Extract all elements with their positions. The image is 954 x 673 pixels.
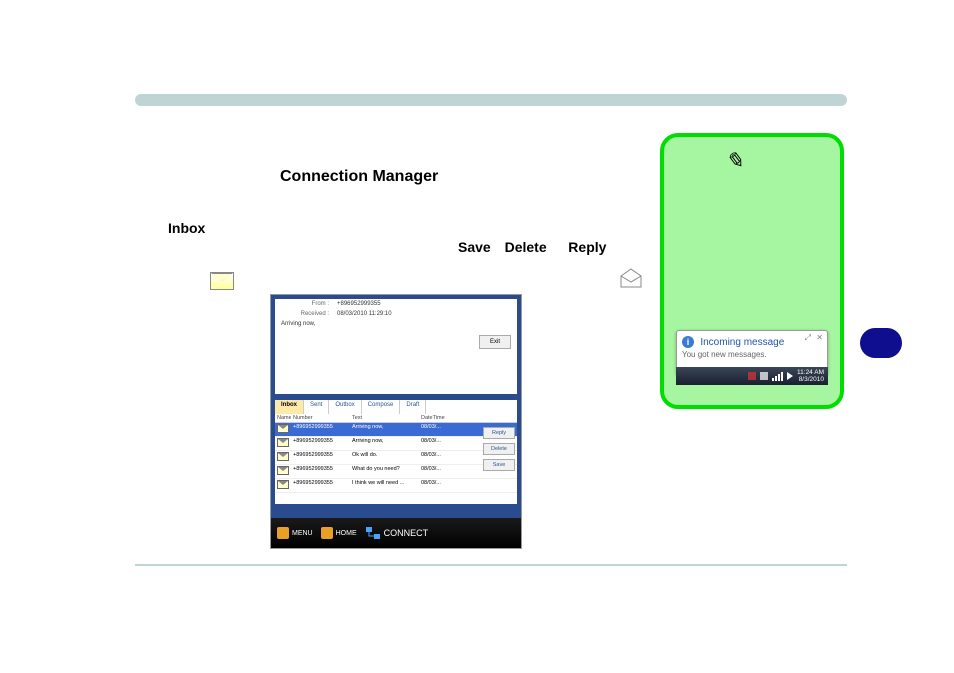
home-button[interactable]: HOME bbox=[321, 527, 357, 539]
envelope-icon bbox=[277, 438, 289, 447]
pen-icon: ✎ bbox=[725, 148, 743, 174]
from-label: From : bbox=[275, 299, 333, 309]
action-labels: Save Delete Reply bbox=[458, 239, 616, 255]
delete-label: Delete bbox=[505, 239, 547, 255]
tab-outbox[interactable]: Outbox bbox=[329, 400, 361, 414]
table-row[interactable]: +896952999355 Arriving now, 08/03/... bbox=[275, 423, 517, 437]
signal-icon bbox=[772, 372, 783, 381]
exit-button[interactable]: Exit bbox=[479, 335, 511, 349]
envelope-open-icon bbox=[620, 272, 642, 288]
tab-sent[interactable]: Sent bbox=[304, 400, 329, 414]
reply-button[interactable]: Reply bbox=[483, 427, 515, 439]
volume-icon[interactable] bbox=[787, 372, 793, 380]
connect-button[interactable]: CONNECT bbox=[365, 526, 429, 540]
pin-icon[interactable]: ⤢ bbox=[805, 333, 811, 343]
table-header: Name Number Text DateTime bbox=[275, 414, 517, 423]
from-value: +896952999355 bbox=[333, 299, 385, 309]
table-row[interactable]: +896952999355 Ok will do. 08/03/... bbox=[275, 451, 517, 465]
col-datetime: DateTime bbox=[419, 414, 453, 422]
table-row[interactable]: +896952999355 I think we will need ... 0… bbox=[275, 479, 517, 493]
info-icon: i bbox=[682, 336, 694, 348]
col-text: Text bbox=[350, 414, 419, 422]
tab-inbox[interactable]: Inbox bbox=[275, 400, 304, 414]
tab-compose[interactable]: Compose bbox=[362, 400, 401, 414]
reply-label: Reply bbox=[568, 239, 606, 255]
network-icon bbox=[365, 526, 381, 540]
envelope-closed-icon bbox=[210, 272, 234, 290]
col-number: Number bbox=[291, 414, 350, 422]
message-table: Name Number Text DateTime +896952999355 … bbox=[275, 414, 517, 504]
received-label: Received : bbox=[275, 309, 333, 319]
save-label: Save bbox=[458, 239, 491, 255]
envelope-icon bbox=[277, 424, 289, 433]
home-icon bbox=[321, 527, 333, 539]
system-tray-screenshot: i Incoming message ⤢ ✕ You got new messa… bbox=[676, 330, 828, 385]
folder-tabs: Inbox Sent Outbox Compose Draft bbox=[275, 400, 517, 414]
bottom-toolbar: MENU HOME CONNECT bbox=[271, 518, 521, 548]
popup-title: Incoming message bbox=[700, 337, 784, 348]
message-preview-panel: From : +896952999355 Received : 08/03/20… bbox=[275, 299, 517, 394]
tab-draft[interactable]: Draft bbox=[400, 400, 426, 414]
clock: 11:24 AM 8/3/2010 bbox=[797, 369, 824, 383]
message-body: Arriving now, bbox=[275, 319, 517, 329]
taskbar: 11:24 AM 8/3/2010 bbox=[676, 367, 828, 385]
delete-button[interactable]: Delete bbox=[483, 443, 515, 455]
envelope-icon bbox=[277, 452, 289, 461]
popup-text: You got new messages. bbox=[682, 350, 822, 359]
inbox-label: Inbox bbox=[168, 220, 205, 236]
received-value: 08/03/2010 11:29:10 bbox=[333, 309, 396, 319]
table-row[interactable]: +896952999355 What do you need? 08/03/..… bbox=[275, 465, 517, 479]
menu-icon bbox=[277, 527, 289, 539]
envelope-icon bbox=[277, 466, 289, 475]
tray-icon[interactable] bbox=[748, 372, 756, 380]
top-divider bbox=[135, 94, 847, 106]
side-buttons: Reply Delete Save bbox=[483, 427, 515, 471]
app-screenshot: From : +896952999355 Received : 08/03/20… bbox=[270, 294, 522, 549]
close-icon[interactable]: ✕ bbox=[816, 333, 823, 342]
page-nav-button[interactable] bbox=[860, 328, 902, 358]
table-row[interactable]: +896952999355 Arriving now, 08/03/... bbox=[275, 437, 517, 451]
col-icon: Name bbox=[275, 414, 291, 422]
tray-icon[interactable] bbox=[760, 372, 768, 380]
bottom-divider bbox=[135, 564, 847, 566]
envelope-icon bbox=[277, 480, 289, 489]
page-title: Connection Manager bbox=[280, 168, 438, 186]
save-button[interactable]: Save bbox=[483, 459, 515, 471]
menu-button[interactable]: MENU bbox=[277, 527, 313, 539]
